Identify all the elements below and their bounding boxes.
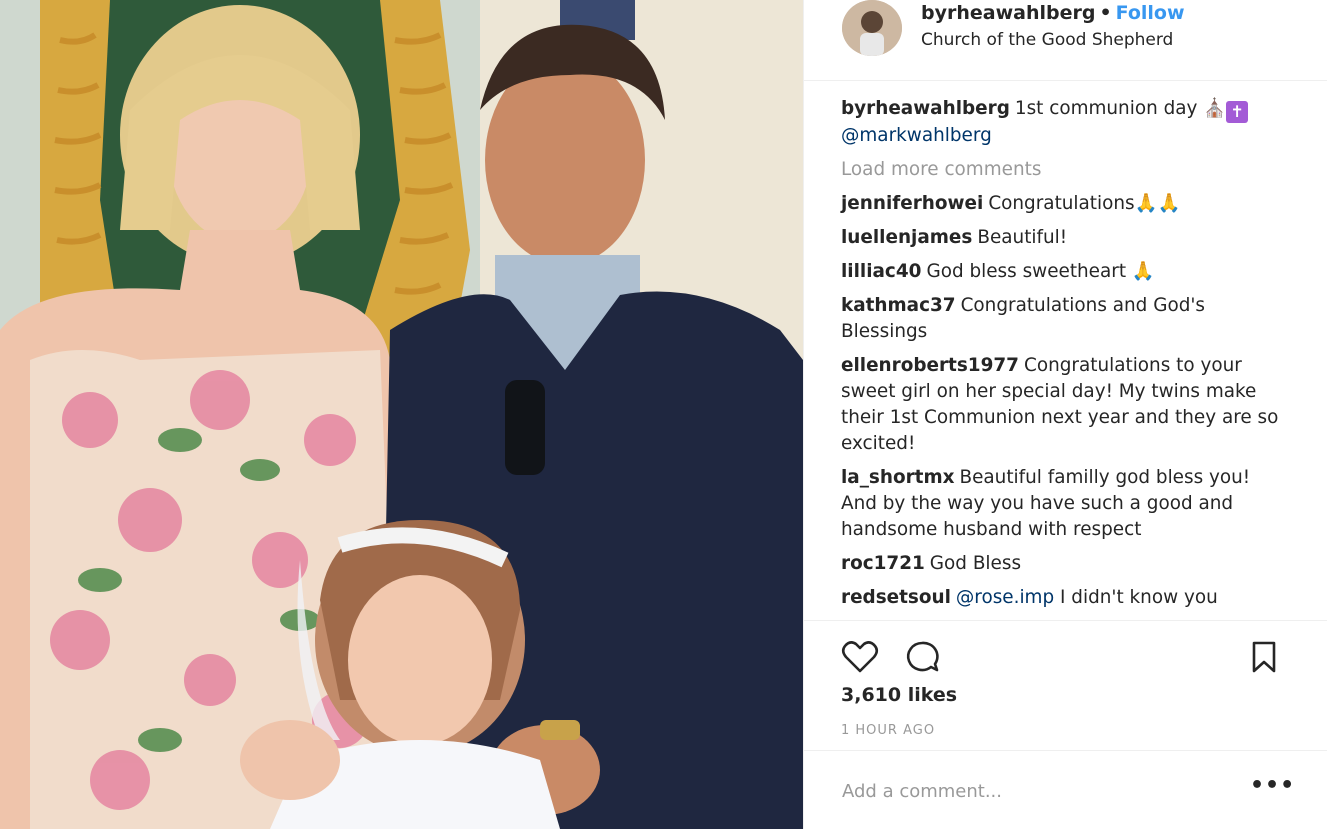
comment-username[interactable]: la_shortmx [841, 467, 954, 488]
comment-item: kathmac37 Congratulations and God's Bless… [841, 293, 1291, 345]
post-photo[interactable] [0, 0, 803, 829]
photo-illustration [0, 0, 803, 829]
save-button[interactable] [1244, 637, 1284, 677]
caption-mention[interactable]: @markwahlberg [841, 125, 992, 146]
church-icon: ⛪ [1203, 98, 1227, 119]
comment-text: Beautiful! [977, 227, 1068, 248]
comment-item: la_shortmx Beautiful familly god bless yo… [841, 465, 1291, 543]
username-link[interactable]: byrheawahlberg [921, 2, 1095, 24]
comment-username[interactable]: luellenjames [841, 227, 972, 248]
comment-item: ellenroberts1977 Congratulations to your … [841, 353, 1291, 457]
load-more-comments[interactable]: Load more comments [841, 157, 1291, 183]
pray-hands-icon: 🙏🙏 [1134, 193, 1181, 214]
comment-username[interactable]: ellenroberts1977 [841, 355, 1019, 376]
post-header: byrheawahlberg • Follow Church of the Good… [804, 0, 1327, 81]
comment-text: Congratulations [988, 193, 1135, 214]
comments-section: byrheawahlberg 1st communion day ⛪ ✝ @mark… [841, 96, 1291, 619]
cross-icon: ✝ [1226, 101, 1249, 123]
separator-dot: • [1099, 2, 1112, 24]
add-comment-input[interactable] [840, 775, 1244, 807]
heart-icon [841, 641, 879, 673]
comment-item: jenniferhowei Congratulations🙏🙏 [841, 191, 1291, 217]
caption-text: 1st communion day [1014, 98, 1198, 119]
post-sidebar: byrheawahlberg • Follow Church of the Good… [803, 0, 1327, 829]
comment-icon [906, 641, 939, 672]
pray-hands-icon: 🙏 [1131, 261, 1155, 282]
add-comment-bar: ••• [804, 750, 1327, 830]
comment-username[interactable]: lilliac40 [841, 261, 921, 282]
location-link[interactable]: Church of the Good Shepherd [921, 30, 1173, 50]
username-row: byrheawahlberg • Follow [921, 2, 1185, 24]
post-timestamp: 1 HOUR AGO [841, 723, 936, 738]
likes-count[interactable]: 3,610 likes [841, 684, 957, 706]
bookmark-icon [1252, 641, 1276, 673]
comment-item: luellenjames Beautiful! [841, 225, 1291, 251]
post-actions: 3,610 likes 1 HOUR AGO [804, 620, 1327, 751]
comment-username[interactable]: redsetsoul [841, 587, 951, 608]
comment-text: I didn't know you [1060, 587, 1218, 608]
follow-button[interactable]: Follow [1116, 2, 1185, 24]
comment-mention[interactable]: @rose.imp [956, 587, 1054, 608]
comment-button[interactable] [902, 637, 942, 677]
comment-username[interactable]: roc1721 [841, 553, 925, 574]
comment-text: God Bless [929, 553, 1022, 574]
comment-item: roc1721 God Bless [841, 551, 1291, 577]
caption: byrheawahlberg 1st communion day ⛪ ✝ @mark… [841, 96, 1291, 149]
comment-item: redsetsoul @rose.imp I didn't know you [841, 585, 1291, 611]
avatar[interactable] [842, 0, 902, 56]
comment-username[interactable]: jenniferhowei [841, 193, 983, 214]
comment-text: God bless sweetheart [926, 261, 1127, 282]
like-button[interactable] [840, 637, 880, 677]
comment-list: jenniferhowei Congratulations🙏🙏 luellenja… [841, 191, 1291, 611]
caption-username[interactable]: byrheawahlberg [841, 98, 1010, 119]
more-options-button[interactable]: ••• [1250, 773, 1295, 798]
comment-item: lilliac40 God bless sweetheart 🙏 [841, 259, 1291, 285]
comment-username[interactable]: kathmac37 [841, 295, 956, 316]
